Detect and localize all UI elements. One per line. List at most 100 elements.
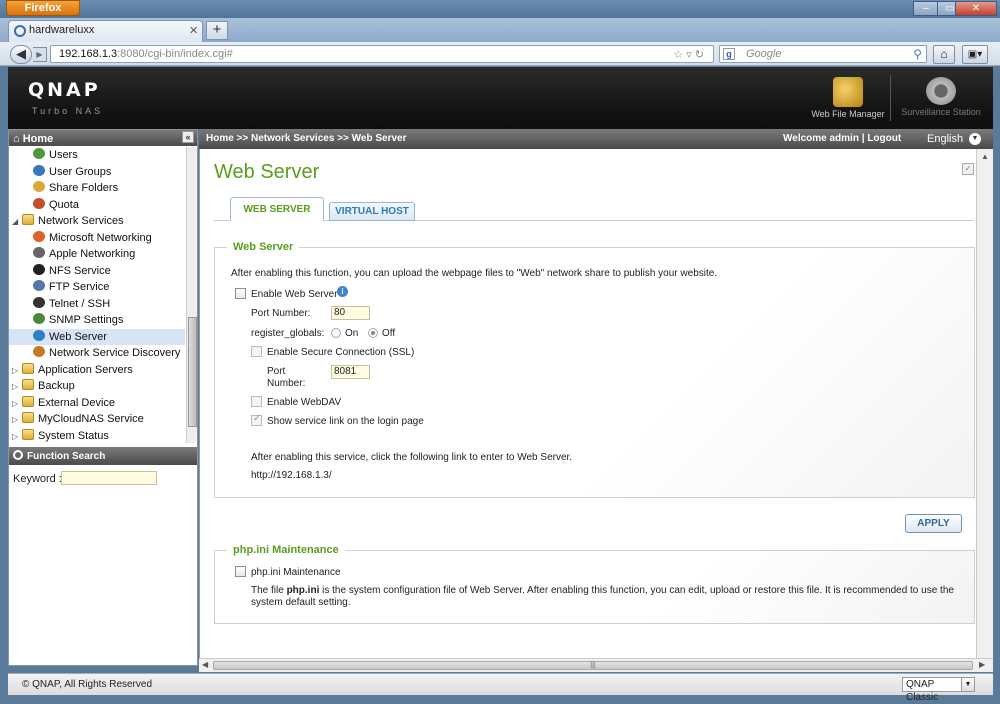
sidebar-item[interactable]: Quota	[9, 197, 79, 213]
sidebar-item[interactable]: ▷ System Status	[9, 428, 109, 444]
keyword-input[interactable]	[61, 471, 157, 485]
tab-web-server[interactable]: WEB SERVER	[230, 197, 324, 221]
tab-title: hardwareluxx	[29, 24, 95, 36]
close-window-button[interactable]: ✕	[955, 1, 997, 16]
ssl-port-label-line2: Number:	[267, 378, 306, 389]
sidebar-item[interactable]: ▷ Application Servers	[9, 362, 133, 378]
sidebar-scrollbar[interactable]	[186, 147, 197, 443]
expand-arrow-icon[interactable]: ▷	[12, 412, 20, 428]
web-file-manager-link[interactable]: Web File Manager	[808, 77, 888, 119]
sidebar-scroll-thumb[interactable]	[188, 317, 197, 427]
function-search-header: Function Search	[9, 447, 197, 465]
php-ini-label: php.ini Maintenance	[251, 567, 341, 578]
port-number-input[interactable]: 80	[331, 306, 370, 320]
collapse-sidebar-icon[interactable]: «	[182, 131, 194, 143]
surveillance-station-link[interactable]: Surveillance Station	[896, 77, 986, 117]
breadcrumb[interactable]: Home >> Network Services >> Web Server	[206, 133, 406, 144]
php-ini-legend: php.ini Maintenance	[227, 544, 345, 556]
enable-web-server-checkbox[interactable]	[235, 288, 246, 299]
collapse-arrow-icon[interactable]: ◢	[12, 214, 20, 230]
minimize-button[interactable]: –	[913, 1, 939, 16]
expand-arrow-icon[interactable]: ▷	[12, 363, 20, 379]
home-icon[interactable]: ⌂	[933, 45, 955, 64]
php-desc-bold: php.ini	[286, 585, 320, 596]
folder-icon	[22, 395, 34, 407]
enable-ssl-checkbox[interactable]	[251, 346, 262, 357]
forward-button[interactable]: ▶	[33, 47, 47, 62]
scroll-left-icon[interactable]: ◀	[202, 660, 208, 669]
php-desc-prefix: The file	[251, 585, 287, 596]
tabs-divider	[214, 220, 974, 221]
sidebar-item[interactable]: Network Service Discovery	[9, 345, 180, 361]
folder-icon	[22, 362, 34, 374]
expand-arrow-icon[interactable]: ▷	[12, 429, 20, 444]
turbo-nas-subtitle: Turbo NAS	[32, 106, 104, 116]
tab-close-icon[interactable]: ✕	[189, 24, 198, 37]
enable-web-server-label: Enable Web Server	[251, 289, 338, 300]
sidebar-item[interactable]: Microsoft Networking	[9, 230, 152, 246]
tab-virtual-host[interactable]: VIRTUAL HOST	[329, 202, 415, 221]
info-icon[interactable]: i	[337, 286, 348, 297]
web-server-link[interactable]: http://192.168.1.3/	[251, 470, 332, 481]
sidebar-item-label: Share Folders	[49, 182, 119, 194]
sidebar-item[interactable]: Share Folders	[9, 180, 118, 196]
theme-select[interactable]: QNAP Classic	[902, 677, 962, 703]
theme-dropdown-icon[interactable]: ▼	[962, 677, 975, 692]
sidebar-item[interactable]: FTP Service	[9, 279, 109, 295]
link-note: After enabling this service, click the f…	[251, 452, 573, 463]
show-service-link-checkbox[interactable]	[251, 413, 262, 426]
expand-arrow-icon[interactable]: ▷	[12, 379, 20, 395]
discovery-icon	[33, 346, 45, 357]
sidebar-title[interactable]: Home	[23, 133, 54, 145]
url-bar[interactable]: 192.168.1.3:8080/cgi-bin/index.cgi# ☆▿↻	[50, 45, 714, 63]
new-tab-button[interactable]: +	[206, 21, 228, 40]
php-ini-checkbox[interactable]	[235, 566, 246, 577]
home-icon: ⌂	[13, 133, 20, 145]
expand-arrow-icon[interactable]: ▷	[12, 396, 20, 412]
ssl-port-input[interactable]: 8081	[331, 365, 370, 379]
browser-tab[interactable]: hardwareluxx ✕	[8, 20, 203, 42]
search-icon[interactable]: ⚲	[913, 46, 922, 62]
sidebar-item-label: System Status	[38, 429, 109, 442]
sidebar: ⌂ Home « Users User Groups Share Folders Qu…	[8, 129, 198, 666]
scroll-right-icon[interactable]: ▶	[979, 660, 985, 669]
enable-webdav-checkbox[interactable]	[251, 396, 262, 407]
scroll-up-icon[interactable]: ▲	[981, 152, 989, 161]
bookmark-star-icon[interactable]: ☆▿↻	[673, 47, 707, 63]
search-input[interactable]: g Google ⚲	[719, 45, 927, 63]
port-number-label: Port Number:	[251, 308, 311, 319]
language-dropdown-icon[interactable]: ▼	[969, 133, 981, 145]
content-vertical-scrollbar[interactable]: ▲	[976, 149, 993, 658]
menu-icon[interactable]: ▣▾	[962, 45, 988, 64]
qnap-header: QNAP Turbo NAS Web File Manager Surveill…	[8, 67, 993, 129]
sidebar-item[interactable]: NFS Service	[9, 263, 111, 279]
logout-link[interactable]: Logout	[867, 133, 901, 144]
help-icon[interactable]: ✓	[962, 163, 974, 175]
content-horizontal-scrollbar[interactable]: ◀ ||| ▶	[199, 658, 993, 672]
sidebar-item[interactable]: Telnet / SSH	[9, 296, 110, 312]
back-button[interactable]: ◀	[10, 45, 32, 64]
sidebar-item[interactable]: Apple Networking	[9, 246, 135, 262]
users-icon	[33, 148, 45, 159]
sidebar-item-label: Network Service Discovery	[49, 347, 181, 359]
apply-button[interactable]: APPLY	[905, 514, 962, 533]
sidebar-item[interactable]: ▷ MyCloudNAS Service	[9, 411, 144, 427]
sidebar-item[interactable]: Users	[9, 147, 78, 163]
user-welcome: Welcome admin | Logout	[783, 133, 901, 144]
sidebar-item-label: Telnet / SSH	[49, 297, 111, 310]
sidebar-item[interactable]: ▷ External Device	[9, 395, 115, 411]
firefox-menu-button[interactable]: Firefox	[6, 0, 80, 16]
qnap-logo: QNAP	[28, 79, 101, 101]
register-globals-on-label: On	[345, 328, 359, 339]
register-globals-on-radio[interactable]	[331, 328, 341, 338]
sidebar-item[interactable]: User Groups	[9, 164, 111, 180]
sidebar-item[interactable]: ◢ Network Services	[9, 213, 124, 229]
register-globals-off-radio[interactable]	[368, 328, 378, 338]
sidebar-item[interactable]: ▷ Backup	[9, 378, 75, 394]
sidebar-item[interactable]: Web Server	[9, 328, 185, 345]
folder-icon	[22, 379, 34, 390]
sidebar-item[interactable]: SNMP Settings	[9, 312, 123, 328]
google-icon[interactable]: g	[723, 48, 735, 60]
horizontal-scroll-thumb[interactable]: |||	[213, 661, 973, 670]
language-label[interactable]: English	[927, 133, 963, 145]
